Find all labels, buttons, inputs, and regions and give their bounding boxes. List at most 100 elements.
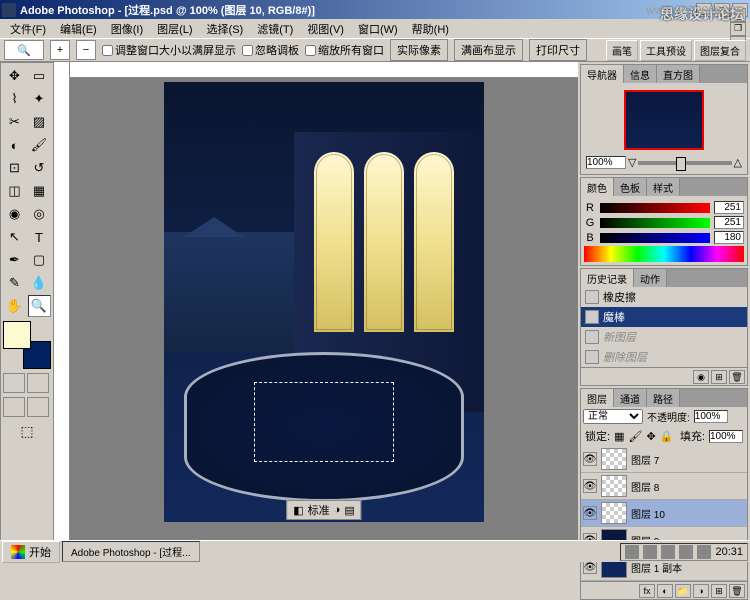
fg-color-swatch[interactable] xyxy=(3,321,31,349)
layer-thumbnail[interactable] xyxy=(601,475,627,497)
zoom-tool[interactable]: 🔍 xyxy=(28,295,51,317)
tray-icon[interactable] xyxy=(625,545,639,559)
menu-view[interactable]: 视图(V) xyxy=(301,19,350,39)
history-item[interactable]: 橡皮擦 xyxy=(581,287,747,307)
screen-std-button[interactable] xyxy=(3,397,25,417)
layer-mask-button[interactable]: ◐ xyxy=(657,584,673,598)
g-slider[interactable] xyxy=(600,218,710,228)
history-delete-button[interactable]: 🗑 xyxy=(729,370,745,384)
taskbar-app[interactable]: Adobe Photoshop - [过程... xyxy=(62,541,200,562)
tray-icon[interactable] xyxy=(679,545,693,559)
marquee-tool[interactable]: ▭ xyxy=(28,65,51,87)
layer-row[interactable]: 👁图层 8 xyxy=(581,473,747,500)
tray-icon[interactable] xyxy=(661,545,675,559)
history-item[interactable]: 魔棒 xyxy=(581,307,747,327)
r-slider[interactable] xyxy=(600,203,710,213)
wand-tool[interactable]: ✦ xyxy=(28,88,51,110)
tray-icon[interactable] xyxy=(643,545,657,559)
navigator-thumbnail[interactable] xyxy=(624,90,704,150)
shape-tool[interactable]: ▢ xyxy=(28,249,51,271)
layer-folder-button[interactable]: 📁 xyxy=(675,584,691,598)
menu-filter[interactable]: 滤镜(T) xyxy=(251,19,299,39)
zoom-all-checkbox[interactable]: 缩放所有窗口 xyxy=(305,42,384,58)
history-snapshot-button[interactable]: ◉ xyxy=(693,370,709,384)
lock-paint-icon[interactable]: 🖌 xyxy=(628,430,642,443)
path-tool[interactable]: ↖ xyxy=(3,226,26,248)
layer-fx-button[interactable]: fx xyxy=(639,584,655,598)
tab-navigator[interactable]: 导航器 xyxy=(581,65,624,83)
pen-tool[interactable]: ✒ xyxy=(3,249,26,271)
lock-move-icon[interactable]: ✥ xyxy=(646,430,655,443)
slice-tool[interactable]: ▨ xyxy=(28,111,51,133)
zoom-input[interactable] xyxy=(586,156,626,169)
zoom-out-small-icon[interactable]: ▽ xyxy=(628,156,636,169)
gradient-tool[interactable]: ▦ xyxy=(28,180,51,202)
visibility-icon[interactable]: 👁 xyxy=(583,479,597,493)
zoom-in-icon[interactable]: + xyxy=(50,40,70,60)
eraser-tool[interactable]: ◫ xyxy=(3,180,26,202)
lock-trans-icon[interactable]: ▦ xyxy=(614,430,624,443)
lasso-tool[interactable]: ⌇ xyxy=(3,88,26,110)
visibility-icon[interactable]: 👁 xyxy=(583,560,597,574)
visibility-icon[interactable]: 👁 xyxy=(583,506,597,520)
tab-swatches[interactable]: 色板 xyxy=(614,178,647,196)
screen-full-button[interactable] xyxy=(27,397,49,417)
g-value[interactable]: 251 xyxy=(714,216,744,229)
hand-tool[interactable]: ✋ xyxy=(3,295,26,317)
quickmask-button[interactable] xyxy=(27,373,49,393)
type-tool[interactable]: T xyxy=(28,226,51,248)
notes-tool[interactable]: ✎ xyxy=(3,272,26,294)
stamp-tool[interactable]: ⊡ xyxy=(3,157,26,179)
tab-color[interactable]: 颜色 xyxy=(581,178,614,196)
layer-new-button[interactable]: ⊞ xyxy=(711,584,727,598)
layer-delete-button[interactable]: 🗑 xyxy=(729,584,745,598)
menu-select[interactable]: 选择(S) xyxy=(201,19,250,39)
layer-row[interactable]: 👁图层 7 xyxy=(581,446,747,473)
zoom-tool-icon[interactable]: 🔍 xyxy=(4,40,44,60)
actual-pixels-button[interactable]: 实际像素 xyxy=(390,39,448,61)
standard-mode-button[interactable] xyxy=(3,373,25,393)
start-button[interactable]: 开始 xyxy=(2,541,60,563)
b-slider[interactable] xyxy=(600,233,710,243)
palette-layercomps-button[interactable]: 图层复合 xyxy=(694,40,746,61)
tab-history[interactable]: 历史记录 xyxy=(581,269,634,287)
tab-actions[interactable]: 动作 xyxy=(634,269,667,287)
menu-edit[interactable]: 编辑(E) xyxy=(54,19,103,39)
heal-tool[interactable]: ◐ xyxy=(3,134,26,156)
fill-input[interactable] xyxy=(709,430,743,443)
zoom-out-icon[interactable]: − xyxy=(76,40,96,60)
tab-styles[interactable]: 样式 xyxy=(647,178,680,196)
history-item[interactable]: 新图层 xyxy=(581,327,747,347)
layer-thumbnail[interactable] xyxy=(601,448,627,470)
layer-thumbnail[interactable] xyxy=(601,502,627,524)
zoom-in-small-icon[interactable]: △ xyxy=(734,156,742,169)
crop-tool[interactable]: ✂ xyxy=(3,111,26,133)
menu-file[interactable]: 文件(F) xyxy=(4,19,52,39)
menu-window[interactable]: 窗口(W) xyxy=(352,19,404,39)
ignore-palettes-checkbox[interactable]: 忽略调板 xyxy=(242,42,299,58)
tab-paths[interactable]: 路径 xyxy=(647,389,680,407)
tab-channels[interactable]: 通道 xyxy=(614,389,647,407)
palette-brushes-button[interactable]: 画笔 xyxy=(606,40,638,61)
history-item[interactable]: 删除图层 xyxy=(581,347,747,367)
fit-screen-button[interactable]: 满画布显示 xyxy=(454,39,523,61)
tab-layers[interactable]: 图层 xyxy=(581,389,614,407)
palette-presets-button[interactable]: 工具预设 xyxy=(640,40,692,61)
history-brush-tool[interactable]: ↺ xyxy=(28,157,51,179)
blur-tool[interactable]: ◉ xyxy=(3,203,26,225)
color-spectrum[interactable] xyxy=(584,246,744,262)
eyedropper-tool[interactable]: 💧 xyxy=(28,272,51,294)
brush-tool[interactable]: 🖌 xyxy=(28,134,51,156)
tray-icon[interactable] xyxy=(697,545,711,559)
opacity-input[interactable] xyxy=(694,410,728,423)
visibility-icon[interactable]: 👁 xyxy=(583,452,597,466)
r-value[interactable]: 251 xyxy=(714,201,744,214)
menu-image[interactable]: 图像(I) xyxy=(105,19,149,39)
document-canvas[interactable]: ◧标准◑▤ xyxy=(164,82,484,522)
color-swatches[interactable] xyxy=(3,321,51,369)
zoom-slider[interactable] xyxy=(638,161,731,165)
dodge-tool[interactable]: ◎ xyxy=(28,203,51,225)
move-tool[interactable]: ✥ xyxy=(3,65,26,87)
layer-adjust-button[interactable]: ◑ xyxy=(693,584,709,598)
jump-to-imageready-button[interactable]: ⬚ xyxy=(3,423,51,440)
